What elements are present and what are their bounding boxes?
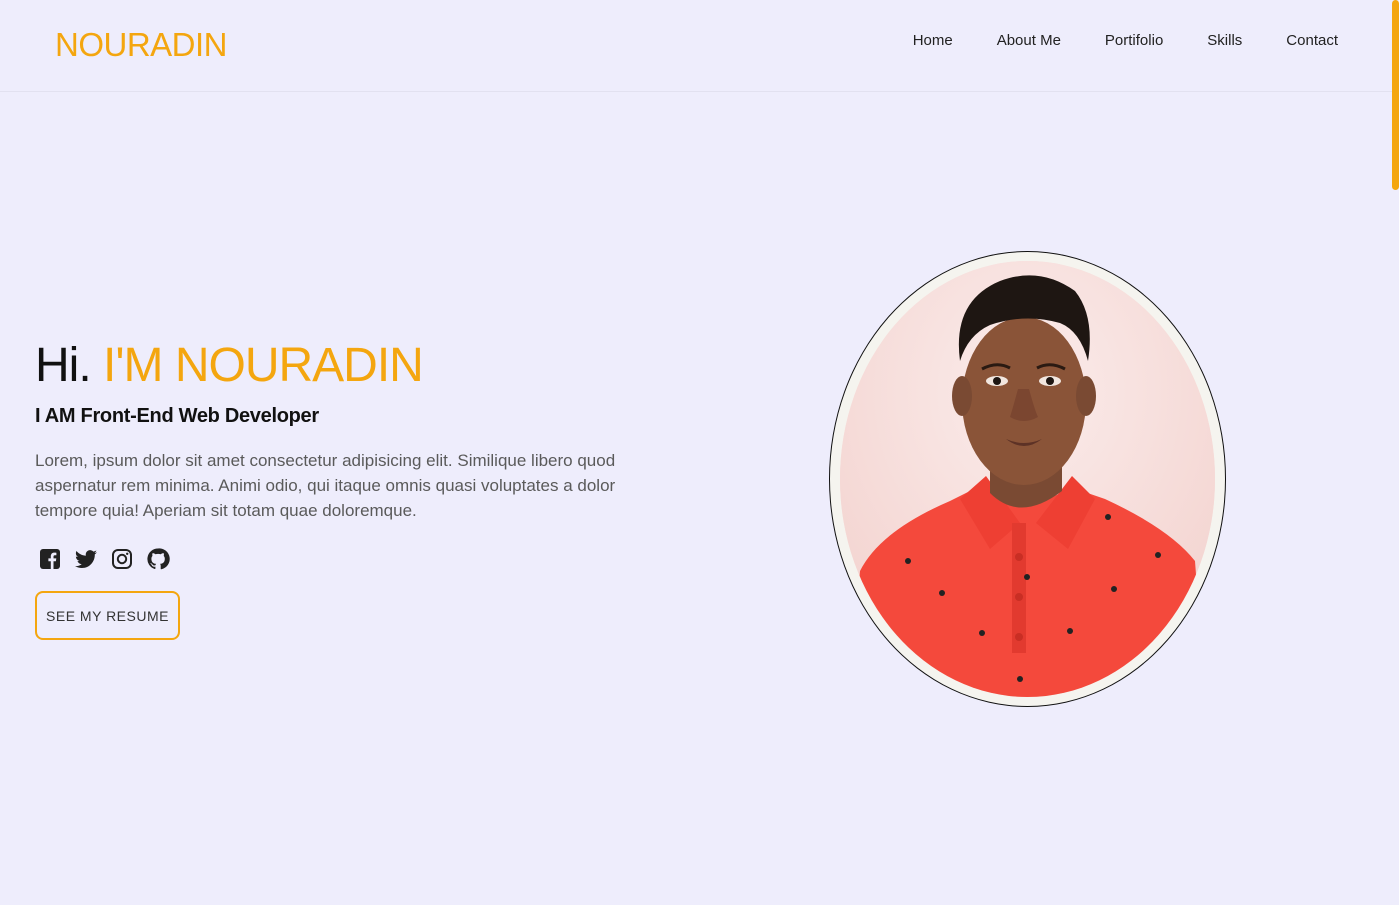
nav-portfolio[interactable]: Portifolio	[1105, 32, 1163, 49]
page: NOURADIN Home About Me Portifolio Skills…	[0, 0, 1399, 905]
scrollbar-thumb[interactable]	[1392, 0, 1399, 190]
hero-description: Lorem, ipsum dolor sit amet consectetur …	[35, 451, 616, 520]
nav-home[interactable]: Home	[913, 32, 953, 49]
nav-about-me[interactable]: About Me	[997, 32, 1061, 49]
twitter-icon[interactable]	[74, 547, 98, 571]
profile-photo	[840, 261, 1215, 697]
main-nav: Home About Me Portifolio Skills Contact	[913, 32, 1338, 49]
logo[interactable]: NOURADIN	[55, 26, 228, 64]
site-header: NOURADIN Home About Me Portifolio Skills…	[0, 0, 1392, 92]
hero-title: Hi. I'M NOURADIN	[35, 338, 424, 393]
instagram-icon[interactable]	[110, 547, 134, 571]
facebook-icon[interactable]	[38, 547, 62, 571]
nav-contact[interactable]: Contact	[1286, 32, 1338, 49]
hero-name: I'M NOURADIN	[103, 339, 424, 392]
see-resume-button[interactable]: SEE MY RESUME	[35, 591, 180, 640]
nav-skills[interactable]: Skills	[1207, 32, 1242, 49]
github-icon[interactable]	[146, 547, 170, 571]
scrollbar[interactable]	[1392, 0, 1399, 905]
hero-subtitle: I AM Front-End Web Developer	[35, 405, 319, 427]
social-links	[38, 547, 170, 571]
hero-greeting: Hi.	[35, 339, 92, 392]
